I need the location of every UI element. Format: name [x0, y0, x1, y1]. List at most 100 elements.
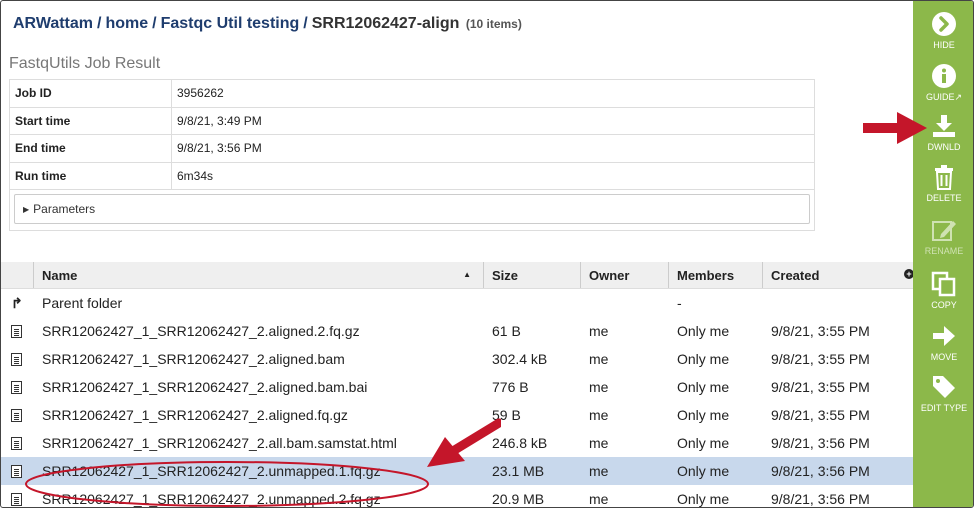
row-owner: me	[589, 463, 609, 479]
move-button[interactable]: MOVE	[913, 323, 973, 362]
up-arrow-icon: ↱	[11, 294, 23, 311]
row-owner: me	[589, 351, 609, 367]
app-window: ARWattam / home / Fastqc Util testing / SRR120…	[0, 0, 974, 508]
row-size: 23.1 MB	[492, 463, 545, 479]
row-name: SRR12062427_1_SRR12062427_2.unmapped.2.f…	[42, 491, 381, 507]
copy-button[interactable]: COPY	[913, 271, 973, 310]
header-created-label: Created	[771, 267, 820, 283]
row-members: Only me	[677, 463, 730, 479]
move-label: MOVE	[930, 352, 958, 362]
row-members: Only me	[677, 435, 730, 451]
tag-icon	[933, 376, 955, 398]
download-label: DWNLD	[927, 142, 961, 152]
row-owner: me	[589, 379, 609, 395]
trash-icon	[935, 165, 953, 190]
job-result-title: FastqUtils Job Result	[9, 55, 161, 72]
job-label: End time	[9, 134, 172, 163]
row-icon-cell	[1, 352, 34, 366]
job-value: 6m34s	[171, 161, 815, 190]
job-value: 9/8/21, 3:56 PM	[171, 134, 815, 163]
hide-label: HIDE	[933, 40, 955, 50]
table-row-selected[interactable]: SRR12062427_1_SRR12062427_2.unmapped.1.f…	[1, 457, 913, 485]
breadcrumb: ARWattam / home / Fastqc Util testing / SRR120…	[13, 15, 522, 33]
parameters-row: ▶ Parameters	[9, 189, 815, 231]
row-name: SRR12062427_1_SRR12062427_2.aligned.bam	[42, 351, 345, 367]
row-created: 9/8/21, 3:56 PM	[771, 463, 870, 479]
breadcrumb-item-home[interactable]: home	[105, 15, 148, 32]
job-value: 9/8/21, 3:49 PM	[171, 106, 815, 135]
row-created: 9/8/21, 3:55 PM	[771, 351, 870, 367]
job-label: Job ID	[9, 79, 172, 108]
job-label: Run time	[9, 161, 172, 190]
job-row: Run time 6m34s	[9, 161, 815, 190]
row-size: 59 B	[492, 407, 521, 423]
edit-type-button[interactable]: EDIT TYPE	[913, 374, 973, 413]
parameters-cell: ▶ Parameters	[9, 189, 815, 231]
row-icon-cell	[1, 408, 34, 422]
job-label: Start time	[9, 106, 172, 135]
item-count: (10 items)	[465, 17, 522, 31]
file-icon	[11, 464, 22, 478]
file-icon	[11, 380, 22, 394]
parameters-toggle[interactable]: ▶ Parameters	[14, 194, 810, 224]
row-size: 302.4 kB	[492, 351, 548, 367]
delete-label: DELETE	[926, 193, 962, 203]
breadcrumb-item-folder[interactable]: Fastqc Util testing	[161, 15, 300, 32]
breadcrumb-current: SRR12062427-align	[311, 15, 460, 32]
table-row[interactable]: SRR12062427_1_SRR12062427_2.aligned.2.fq…	[1, 317, 913, 345]
row-name: Parent folder	[42, 295, 123, 311]
row-name: SRR12062427_1_SRR12062427_2.unmapped.1.f…	[42, 463, 381, 479]
row-created: 9/8/21, 3:56 PM	[771, 491, 870, 507]
row-owner: me	[589, 435, 609, 451]
header-icon-col	[1, 262, 34, 288]
guide-button[interactable]: GUIDE↗	[913, 63, 973, 103]
header-owner[interactable]: Owner	[581, 262, 669, 288]
parameters-label: Parameters	[33, 202, 96, 216]
row-size: 61 B	[492, 323, 521, 339]
table-row[interactable]: SRR12062427_1_SRR12062427_2.unmapped.2.f…	[1, 485, 913, 507]
breadcrumb-separator: /	[97, 15, 102, 32]
row-name: SRR12062427_1_SRR12062427_2.all.bam.sams…	[42, 435, 397, 451]
chevron-right-icon	[932, 12, 956, 36]
row-size: 20.9 MB	[492, 491, 545, 507]
job-row: Job ID 3956262	[9, 79, 815, 108]
row-members: Only me	[677, 407, 730, 423]
caret-right-icon: ▶	[23, 204, 30, 214]
table-row[interactable]: SRR12062427_1_SRR12062427_2.all.bam.sams…	[1, 429, 913, 457]
header-created[interactable]: Created	[763, 262, 913, 288]
row-members: Only me	[677, 491, 730, 507]
row-created: 9/8/21, 3:55 PM	[771, 379, 870, 395]
row-created: 9/8/21, 3:56 PM	[771, 435, 870, 451]
row-icon-cell	[1, 436, 34, 450]
row-icon-cell	[1, 324, 34, 338]
guide-label: GUIDE	[925, 92, 955, 102]
breadcrumb-item-user[interactable]: ARWattam	[13, 15, 93, 32]
download-button[interactable]: DWNLD	[913, 113, 973, 152]
job-info-table: Job ID 3956262 Start time 9/8/21, 3:49 P…	[9, 79, 815, 231]
row-owner: me	[589, 323, 609, 339]
job-row: End time 9/8/21, 3:56 PM	[9, 134, 815, 163]
rename-button[interactable]: RENAME	[913, 217, 973, 256]
table-row[interactable]: SRR12062427_1_SRR12062427_2.aligned.bam.…	[1, 373, 913, 401]
row-icon-cell: ↱	[1, 295, 34, 312]
row-icon-cell	[1, 464, 34, 478]
action-sidebar: HIDE GUIDE↗ DWNLD DELETE RENAME COPY MOV…	[913, 1, 973, 507]
copy-label: COPY	[931, 300, 957, 310]
header-members[interactable]: Members	[669, 262, 763, 288]
parent-folder-row[interactable]: ↱ Parent folder -	[1, 289, 913, 317]
table-row[interactable]: SRR12062427_1_SRR12062427_2.aligned.bam …	[1, 345, 913, 373]
sort-up-icon: ▲	[463, 270, 471, 279]
file-icon	[11, 324, 22, 338]
file-grid: Name ▲ Size Owner Members Created ↱ Pare…	[1, 262, 913, 507]
row-icon-cell	[1, 492, 34, 506]
hide-button[interactable]: HIDE	[913, 11, 973, 50]
header-owner-label: Owner	[589, 267, 630, 283]
header-size[interactable]: Size	[484, 262, 581, 288]
header-name-label: Name	[42, 267, 78, 283]
header-name[interactable]: Name ▲	[34, 262, 484, 288]
breadcrumb-separator: /	[303, 15, 308, 32]
row-size: 776 B	[492, 379, 529, 395]
table-row[interactable]: SRR12062427_1_SRR12062427_2.aligned.fq.g…	[1, 401, 913, 429]
delete-button[interactable]: DELETE	[913, 164, 973, 203]
copy-icon	[931, 271, 956, 297]
